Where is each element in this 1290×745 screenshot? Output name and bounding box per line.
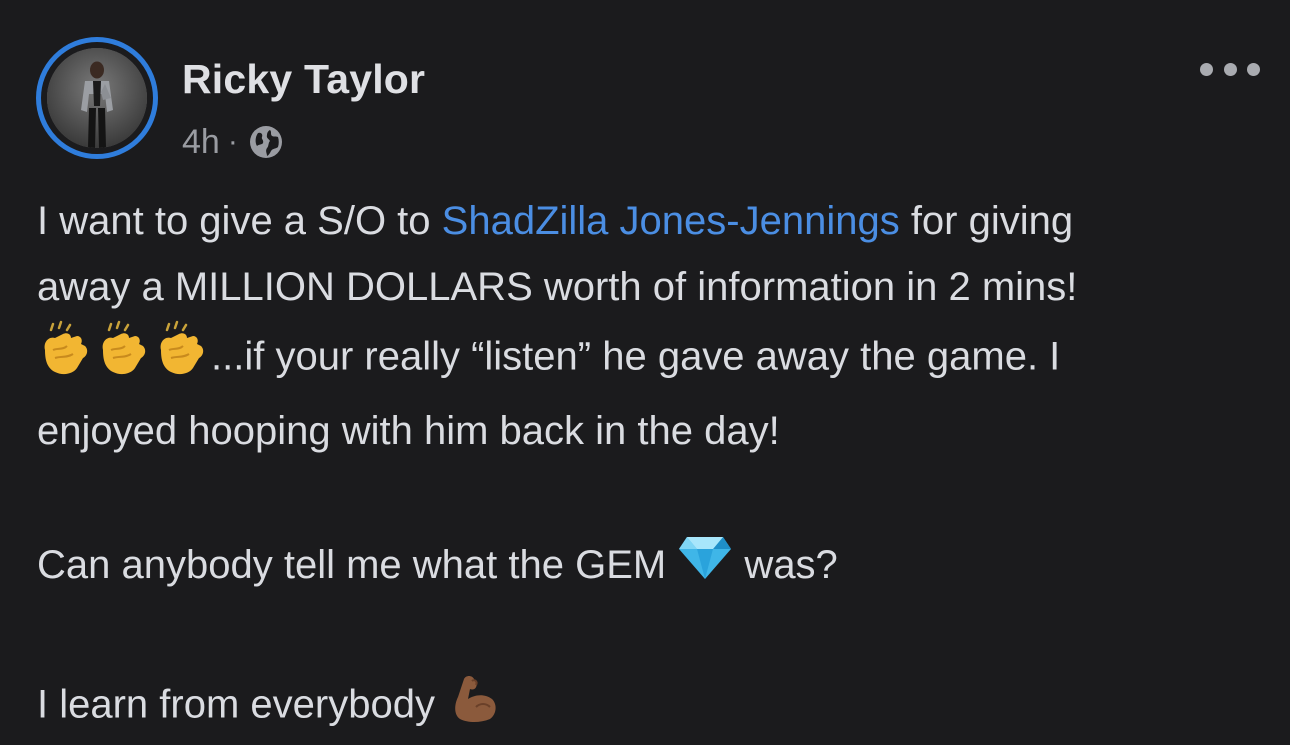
post-body: I want to give a S/O to ShadZilla Jones-… (37, 188, 1267, 745)
more-options-icon[interactable] (1200, 56, 1260, 82)
post-meta: 4h · (182, 120, 284, 164)
post-text: for giving (899, 199, 1074, 243)
author-avatar-story-ring[interactable] (36, 37, 158, 159)
post-line-6: I learn from everybody (37, 669, 1267, 745)
flexed-biceps-emoji (446, 669, 502, 745)
post-text: I want to give a S/O to (37, 199, 442, 243)
post-line-3: ...if your really “listen” he gave away … (37, 320, 1267, 398)
more-dot (1247, 62, 1260, 76)
avatar-person-icon (47, 48, 147, 148)
post-text: I learn from everybody (37, 683, 447, 727)
globe-icon[interactable] (248, 124, 284, 160)
post-text: Can anybody tell me what the GEM (37, 543, 678, 587)
more-dot (1223, 62, 1237, 76)
author-name[interactable]: Ricky Taylor (182, 56, 425, 103)
mention-link[interactable]: ShadZilla Jones-Jennings (442, 199, 900, 243)
post-text: ...if your really “listen” he gave away … (211, 334, 1061, 379)
clapping-hands-emoji (37, 320, 95, 398)
gem-stone-emoji (677, 533, 733, 601)
post-time[interactable]: 4h (182, 123, 220, 162)
clapping-hands-emoji (153, 320, 211, 398)
meta-separator: · (227, 125, 238, 158)
post-card: Ricky Taylor 4h · I want to give a S/O t… (0, 0, 1290, 727)
post-line-2: away a MILLION DOLLARS worth of informat… (37, 265, 1078, 309)
post-line-5: Can anybody tell me what the GEM was? (37, 532, 1267, 601)
post-text: was? (733, 543, 838, 587)
post-line-4: enjoyed hooping with him back in the day… (37, 409, 780, 453)
avatar[interactable] (47, 48, 147, 148)
post-line-1: I want to give a S/O to ShadZilla Jones-… (37, 188, 1267, 254)
more-dot (1200, 62, 1213, 76)
clapping-hands-emoji (95, 320, 153, 398)
